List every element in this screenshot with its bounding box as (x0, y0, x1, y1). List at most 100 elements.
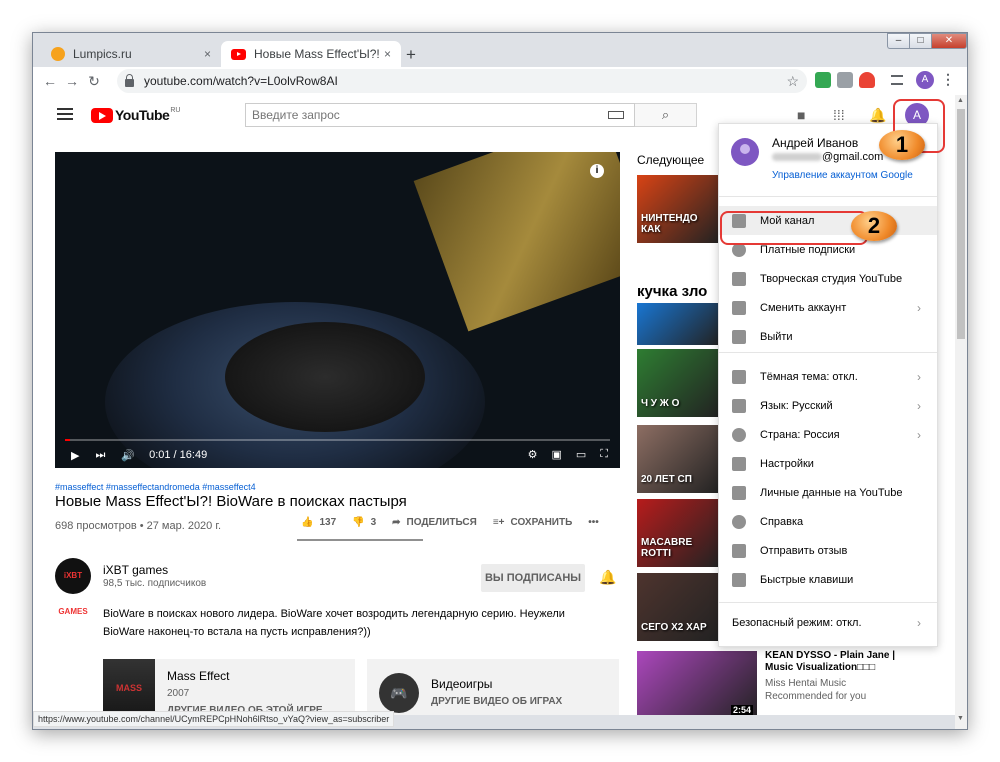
video-hashtags[interactable]: #masseffect #masseffectandromeda #massef… (55, 482, 256, 492)
sidebar-thumbnail[interactable]: НИНТЕНДО КАК (637, 175, 719, 243)
globe-icon (732, 427, 746, 442)
video-description: BioWare в поисках нового лидера. BioWare… (103, 608, 565, 638)
safe-mode-label: Безопасный режим: откл. (732, 617, 862, 629)
thumbnail-text: CEГO X2 ХАР (641, 622, 707, 633)
more-actions-icon[interactable]: ••• (588, 517, 599, 528)
menu-divider (719, 196, 937, 197)
page-scrollbar[interactable]: ▲ ▼ (955, 95, 967, 729)
back-arrow-icon[interactable]: ← (39, 70, 61, 92)
close-window-button[interactable]: ✕ (931, 33, 967, 49)
safe-mode-item[interactable]: Безопасный режим: откл. › (719, 608, 937, 638)
channel-name[interactable]: iXBT games (103, 563, 168, 577)
menu-item-globe[interactable]: Страна: Россия › (719, 420, 937, 449)
tab-youtube[interactable]: Новые Mass Effect'Ы?! BioWare в × (221, 41, 401, 67)
progress-fill (65, 439, 71, 441)
tab-strip: Lumpics.ru × Новые Mass Effect'Ы?! BioWa… (33, 33, 967, 67)
menu-item-help[interactable]: Справка (719, 507, 937, 536)
menu-item-keyboard[interactable]: Быстрые клавиши (719, 565, 937, 594)
menu-item-label: Выйти (760, 330, 793, 343)
youtube-logo[interactable]: YouTube RU (91, 107, 180, 123)
menu-divider (719, 602, 937, 603)
fullscreen-icon[interactable]: ⛶ (600, 448, 608, 461)
dislike-button[interactable]: 👎 3 (352, 517, 376, 528)
sidebar-thumbnail[interactable]: Ч У Ж О (637, 349, 719, 417)
address-bar[interactable]: youtube.com/watch?v=L0olvRow8AI ☆ (117, 69, 807, 93)
browser-profile-avatar[interactable]: A (916, 71, 934, 89)
video-title: Новые Mass Effect'Ы?! BioWare в поисках … (55, 493, 407, 510)
gear-icon (732, 271, 746, 286)
video-progress-bar[interactable] (65, 439, 610, 441)
maximize-button[interactable]: □ (909, 33, 931, 49)
url-text[interactable]: youtube.com/watch?v=L0olvRow8AI (144, 74, 786, 88)
apps-grid-icon[interactable]: ⁞⁞⁞ (833, 107, 845, 123)
up-next-label: Следующее (637, 153, 705, 167)
scroll-up-arrow-icon[interactable]: ▲ (957, 97, 964, 104)
bookmark-star-icon[interactable]: ☆ (786, 73, 799, 90)
chevron-right-icon: › (917, 398, 921, 413)
menu-item-feedback[interactable]: Отправить отзыв (719, 536, 937, 565)
sidebar-thumbnail-heading: кучка зло (637, 283, 708, 300)
share-button[interactable]: ➦ ПОДЕЛИТЬСЯ (392, 517, 477, 528)
keyboard-icon[interactable] (608, 111, 624, 119)
thumbnail-duration: 2:54 (730, 705, 753, 715)
menu-item-dark-theme[interactable]: Тёмная тема: откл. › (719, 362, 937, 391)
sidebar-thumbnail[interactable]: 2:54 (637, 651, 757, 715)
menu-item-switch-account[interactable]: Сменить аккаунт › (719, 293, 937, 322)
extension-brave-icon[interactable] (859, 72, 875, 88)
tab-close-icon[interactable]: × (204, 47, 211, 61)
search-button[interactable]: ⌕ (635, 103, 697, 127)
volume-icon[interactable]: 🔊 (121, 449, 135, 462)
scroll-down-arrow-icon[interactable]: ▼ (957, 715, 964, 722)
settings-gear-icon[interactable]: ⚙ (528, 448, 538, 461)
recommended-title[interactable]: KEAN DYSSO - Plain Jane | Music Visualiz… (765, 650, 915, 674)
sidebar-thumbnail[interactable]: 20 ЛЕТ СП (637, 425, 719, 493)
channel-bell-icon[interactable]: 🔔 (599, 569, 616, 586)
menu-item-shield[interactable]: Личные данные на YouTube (719, 478, 937, 507)
menu-item-gear[interactable]: Творческая студия YouTube (719, 264, 937, 293)
tab-close-icon[interactable]: × (384, 47, 391, 61)
menu-divider (719, 352, 937, 353)
like-button[interactable]: 👍 137 (301, 517, 336, 528)
scrollbar-thumb[interactable] (957, 109, 965, 339)
browser-menu-icon[interactable]: ⋮ (941, 71, 955, 88)
extension-shield-icon[interactable] (815, 72, 831, 88)
recommended-channel[interactable]: Miss Hentai Music (765, 678, 846, 689)
new-tab-button[interactable]: + (401, 45, 421, 65)
sidebar-thumbnail[interactable]: MACABRE ROTTI (637, 499, 719, 567)
game-card[interactable]: MASS Mass Effect 2007 ДРУГИЕ ВИДЕО ОБ ЭТ… (103, 659, 355, 715)
sidebar-thumbnail[interactable]: CEГO X2 ХАР (637, 573, 719, 641)
subscribed-button[interactable]: ВЫ ПОДПИСАНЫ (481, 564, 585, 592)
youtube-region-label: RU (170, 107, 181, 114)
minimize-button[interactable]: – (887, 33, 909, 49)
save-button[interactable]: ≡+ СОХРАНИТЬ (493, 517, 572, 528)
menu-item-settings[interactable]: Настройки (719, 449, 937, 478)
info-icon[interactable]: i (590, 164, 604, 178)
category-more-link[interactable]: ДРУГИЕ ВИДЕО ОБ ИГРАХ (431, 696, 562, 707)
tab-lumpics[interactable]: Lumpics.ru × (41, 41, 221, 67)
search-box[interactable] (245, 103, 635, 127)
reload-icon[interactable]: ↻ (83, 70, 105, 92)
miniplayer-icon[interactable]: ▣ (551, 448, 561, 461)
category-card[interactable]: 🎮 Видеоигры ДРУГИЕ ВИДЕО ОБ ИГРАХ (367, 659, 619, 715)
notifications-bell-icon[interactable]: 🔔 (869, 107, 886, 124)
search-input[interactable] (246, 108, 608, 122)
media-queue-icon[interactable] (891, 75, 903, 85)
hamburger-menu-icon[interactable] (57, 108, 73, 120)
menu-item-label: Быстрые клавиши (760, 573, 854, 586)
extension-camera-icon[interactable] (837, 72, 853, 88)
menu-item-logout[interactable]: Выйти (719, 322, 937, 351)
chevron-right-icon: › (917, 300, 921, 315)
channel-avatar[interactable]: iXBT GAMES (55, 558, 91, 616)
sidebar-thumbnail[interactable] (637, 303, 719, 345)
forward-arrow-icon[interactable]: → (61, 70, 83, 92)
manage-account-link[interactable]: Управление аккаунтом Google (772, 170, 913, 181)
video-frame-bag (413, 152, 620, 332)
play-icon[interactable]: ▶ (71, 449, 79, 462)
create-video-icon[interactable]: ■ (797, 107, 805, 123)
like-count: 137 (319, 517, 337, 528)
theater-mode-icon[interactable]: ▭ (576, 448, 586, 461)
video-player[interactable]: i ▶ ⏭ 🔊 0:01 / 16:49 ⚙ ▣ ▭ ⛶ (55, 152, 620, 468)
menu-item-label: Язык: Русский (760, 399, 833, 412)
next-icon[interactable]: ⏭ (95, 449, 105, 462)
menu-item-translate[interactable]: Язык: Русский › (719, 391, 937, 420)
